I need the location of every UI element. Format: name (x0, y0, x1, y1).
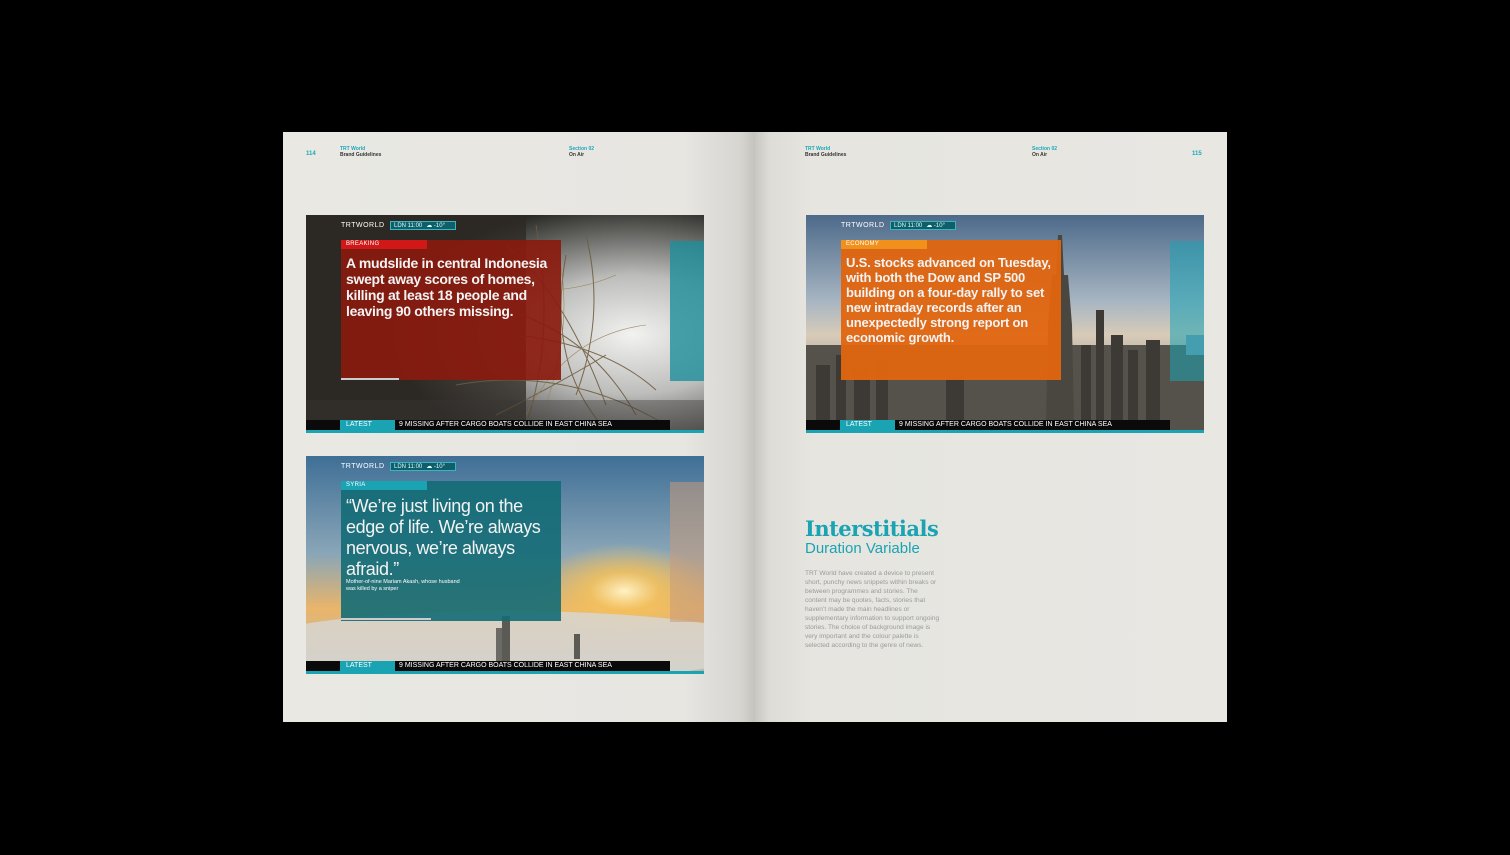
latest-label: LATEST (840, 420, 895, 430)
temperature-text: -10° (433, 223, 445, 229)
headline-text: A mudslide in central Indonesia swept aw… (346, 255, 548, 319)
quote-caption: Mother-of-nine Mariam Akash, whose husba… (346, 579, 460, 592)
progress-bar (341, 378, 399, 380)
category-tag: BREAKING (341, 240, 427, 249)
section-subtitle: On Air (1032, 152, 1048, 158)
latest-label: LATEST (340, 661, 395, 671)
headline-text: U.S. stocks advanced on Tuesday, with bo… (846, 255, 1051, 345)
channel-logo: TRTWORLD (341, 463, 385, 470)
cloud-icon: ☁ (926, 223, 933, 229)
side-accent-bar (670, 241, 704, 381)
section-heading: Interstitials (805, 516, 939, 541)
bottom-strip (306, 671, 704, 674)
broadcast-card-economy: ECONOMY U.S. stocks advanced on Tuesday,… (806, 215, 1204, 433)
temperature-text: -10° (433, 464, 445, 470)
category-tag: ECONOMY (841, 240, 927, 249)
body-paragraph: TRT World have created a device to prese… (805, 570, 940, 649)
section-header: Section 02 On Air (569, 146, 594, 158)
ticker-text: 9 MISSING AFTER CARGO BOATS COLLIDE IN E… (399, 421, 612, 428)
time-weather-badge: LDN 11:00 ☁ -10° (390, 462, 456, 471)
quote-text: “We’re just living on the edge of life. … (346, 496, 541, 579)
header-subtitle: Brand Guidelines (340, 152, 382, 158)
section-header: Section 02 On Air (1032, 146, 1057, 158)
section-subheading: Duration Variable (805, 540, 920, 557)
broadcast-card-syria: SYRIA “We’re just living on the edge of … (306, 456, 704, 674)
broadcast-card-breaking: BREAKING A mudslide in central Indonesia… (306, 215, 704, 433)
brochure-spread: 114 TRT World Brand Guidelines Section 0… (283, 132, 1227, 722)
section-subtitle: On Air (569, 152, 585, 158)
channel-logo: TRTWORLD (841, 222, 885, 229)
left-page: 114 TRT World Brand Guidelines Section 0… (283, 132, 755, 722)
page-number: 115 (1192, 151, 1202, 157)
side-accent-bar (670, 482, 704, 622)
cloud-icon: ☁ (426, 464, 433, 470)
latest-label: LATEST (340, 420, 395, 430)
ticker-text: 9 MISSING AFTER CARGO BOATS COLLIDE IN E… (899, 421, 1112, 428)
time-text: LDN 11:00 (394, 464, 423, 470)
time-text: LDN 11:00 (894, 223, 923, 229)
side-accent-bar (1170, 241, 1204, 381)
cloud-icon: ☁ (426, 223, 433, 229)
header-subtitle: Brand Guidelines (805, 152, 847, 158)
temperature-text: -10° (933, 223, 945, 229)
time-weather-badge: LDN 11:00 ☁ -10° (890, 221, 956, 230)
time-weather-badge: LDN 11:00 ☁ -10° (390, 221, 456, 230)
page-header: TRT World Brand Guidelines (340, 146, 381, 158)
page-number: 114 (306, 151, 316, 157)
bottom-strip (306, 430, 704, 433)
page-header: TRT World Brand Guidelines (805, 146, 846, 158)
time-text: LDN 11:00 (394, 223, 423, 229)
channel-logo: TRTWORLD (341, 222, 385, 229)
progress-bar (341, 618, 431, 620)
ticker-text: 9 MISSING AFTER CARGO BOATS COLLIDE IN E… (399, 662, 612, 669)
bottom-strip (806, 430, 1204, 433)
category-tag: SYRIA (341, 481, 427, 490)
